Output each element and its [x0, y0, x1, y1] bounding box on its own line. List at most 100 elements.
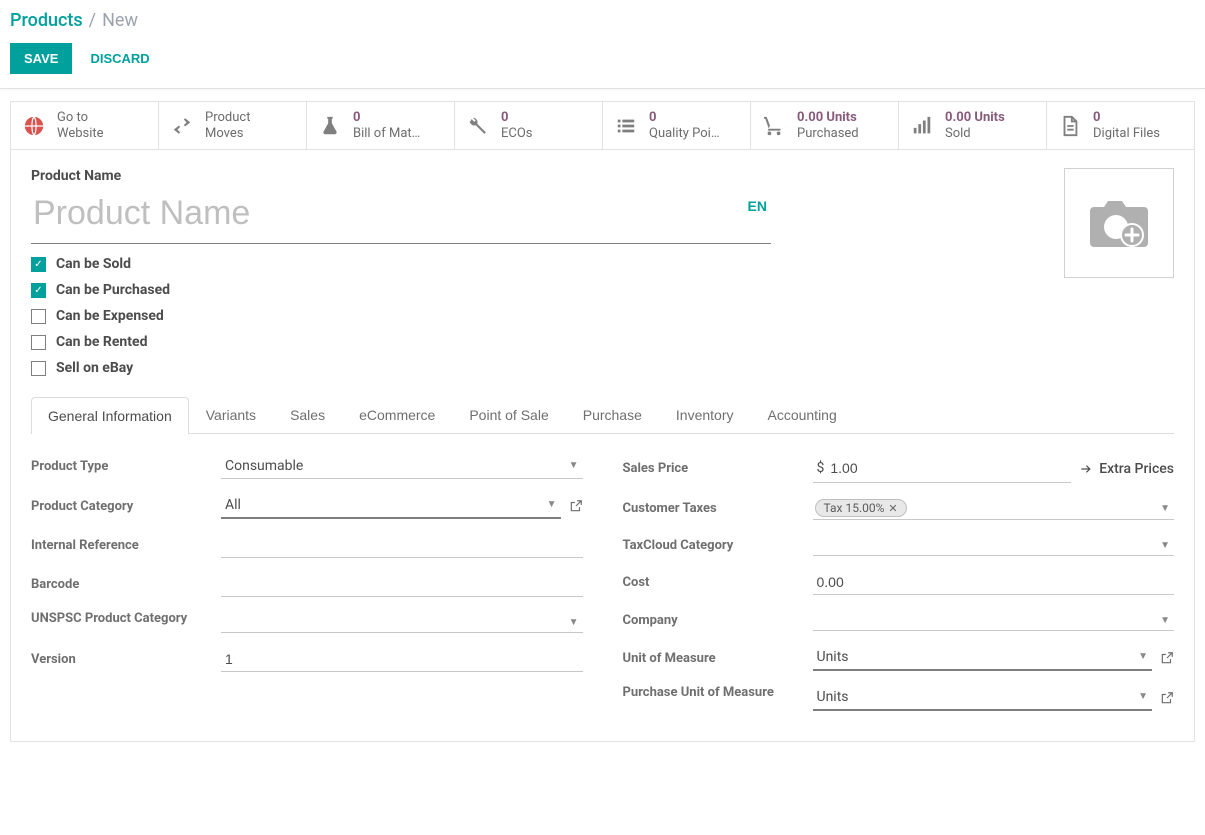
label-customer-taxes: Customer Taxes [623, 501, 803, 516]
puom-value: Units [817, 689, 849, 705]
barcode-input[interactable] [221, 572, 583, 597]
checkbox-can-be-rented[interactable] [31, 335, 46, 350]
tax-tag: Tax 15.00% ✕ [815, 499, 907, 517]
camera-plus-icon [1084, 195, 1154, 251]
product-name-label: Product Name [31, 168, 771, 184]
currency-symbol: $ [817, 460, 825, 476]
label-product-type: Product Type [31, 459, 211, 474]
cost-input[interactable] [813, 570, 1175, 595]
product-type-select[interactable]: Consumable ▼ [221, 454, 583, 479]
checkbox-can-be-sold[interactable]: ✓ [31, 257, 46, 272]
tab-general-information: Product Type Consumable ▼ Product Catego… [31, 434, 1174, 711]
caret-icon: ▼ [569, 460, 579, 471]
stat-sold[interactable]: 0.00 Units Sold [899, 102, 1047, 149]
label-company: Company [623, 613, 803, 628]
tab-accounting[interactable]: Accounting [750, 396, 853, 433]
exchange-icon [169, 115, 195, 137]
tab-general-information[interactable]: General Information [31, 397, 189, 434]
product-name-input[interactable] [31, 188, 771, 244]
checkbox-can-be-purchased[interactable]: ✓ [31, 283, 46, 298]
breadcrumb-current: New [102, 10, 138, 31]
checkbox-row-can-be-rented: Can be Rented [31, 334, 771, 350]
taxcloud-select[interactable]: ▼ [813, 534, 1175, 556]
stat-label: Quality Poi… [649, 126, 720, 142]
version-input[interactable] [221, 647, 583, 672]
checkbox-can-be-expensed[interactable] [31, 309, 46, 324]
unspsc-select[interactable]: ▼ [221, 611, 583, 633]
label-product-category: Product Category [31, 499, 211, 514]
tax-tag-label: Tax 15.00% [824, 501, 885, 515]
stat-line2: Moves [205, 126, 250, 142]
product-image-upload[interactable] [1064, 168, 1174, 278]
stat-digital-files[interactable]: 0 Digital Files [1047, 102, 1194, 149]
tab-variants[interactable]: Variants [189, 396, 273, 433]
form-actions: SAVE DISCARD [0, 37, 1205, 88]
tab-ecommerce[interactable]: eCommerce [342, 396, 452, 433]
product-type-value: Consumable [225, 458, 303, 474]
tab-purchase[interactable]: Purchase [566, 396, 659, 433]
caret-icon: ▼ [1138, 691, 1148, 702]
stat-label: Digital Files [1093, 126, 1160, 142]
remove-tag-icon[interactable]: ✕ [888, 502, 897, 515]
tab-point-of-sale[interactable]: Point of Sale [452, 396, 565, 433]
checkbox-sell-on-ebay[interactable] [31, 361, 46, 376]
stat-line1: Go to [57, 110, 104, 126]
stat-product-moves[interactable]: Product Moves [159, 102, 307, 149]
caret-icon: ▼ [547, 499, 557, 510]
external-link-icon[interactable] [1160, 691, 1174, 705]
label-puom: Purchase Unit of Measure [623, 685, 803, 702]
save-button[interactable]: SAVE [10, 43, 72, 74]
customer-taxes-select[interactable]: Tax 15.00% ✕ ▼ [813, 497, 1175, 520]
label-unspsc: UNSPSC Product Category [31, 611, 211, 628]
stat-ecos[interactable]: 0 ECOs [455, 102, 603, 149]
stat-buttons-row: Go to Website Product Moves 0 Bill of Ma… [10, 101, 1195, 150]
breadcrumb-parent[interactable]: Products [10, 10, 83, 31]
left-column: Product Type Consumable ▼ Product Catego… [31, 454, 583, 711]
right-column: Sales Price $ Extra Prices Customer Taxe… [623, 454, 1175, 711]
stat-value: 0 [501, 110, 533, 126]
stat-value: 0 [353, 110, 420, 126]
puom-select[interactable]: Units ▼ [813, 685, 1153, 711]
tab-sales[interactable]: Sales [273, 396, 342, 433]
discard-button[interactable]: DISCARD [84, 43, 155, 74]
stat-value: 0 [1093, 110, 1160, 126]
stat-purchased[interactable]: 0.00 Units Purchased [751, 102, 899, 149]
extra-prices-button[interactable]: Extra Prices [1079, 461, 1174, 477]
caret-icon: ▼ [1160, 540, 1170, 551]
label-sales-price: Sales Price [623, 461, 803, 476]
checkbox-row-can-be-purchased: ✓ Can be Purchased [31, 282, 771, 298]
caret-icon: ▼ [1138, 651, 1148, 662]
stat-label: Bill of Mat… [353, 126, 420, 142]
sales-price-input[interactable] [826, 456, 1067, 480]
stat-label: ECOs [501, 126, 533, 142]
checkbox-row-can-be-sold: ✓ Can be Sold [31, 256, 771, 272]
checkbox-label-can-be-rented[interactable]: Can be Rented [56, 334, 147, 350]
translate-button[interactable]: EN [748, 198, 767, 214]
checkbox-row-sell-on-ebay: Sell on eBay [31, 360, 771, 376]
stat-quality[interactable]: 0 Quality Poi… [603, 102, 751, 149]
wrench-icon [465, 115, 491, 137]
globe-icon [21, 115, 47, 137]
list-icon [613, 115, 639, 137]
stat-go-to-website[interactable]: Go to Website [11, 102, 159, 149]
checkbox-label-can-be-expensed[interactable]: Can be Expensed [56, 308, 164, 324]
product-category-select[interactable]: All ▼ [221, 493, 561, 519]
checkbox-label-can-be-purchased[interactable]: Can be Purchased [56, 282, 170, 298]
tab-inventory[interactable]: Inventory [659, 396, 751, 433]
external-link-icon[interactable] [1160, 651, 1174, 665]
uom-select[interactable]: Units ▼ [813, 645, 1153, 671]
stat-line2: Website [57, 126, 104, 142]
caret-icon: ▼ [1160, 503, 1170, 514]
checkbox-label-sell-on-ebay[interactable]: Sell on eBay [56, 360, 133, 376]
checkbox-label-can-be-sold[interactable]: Can be Sold [56, 256, 131, 272]
caret-icon: ▼ [569, 617, 579, 628]
external-link-icon[interactable] [569, 499, 583, 513]
label-uom: Unit of Measure [623, 651, 803, 666]
stat-value: 0 [649, 110, 720, 126]
stat-label: Purchased [797, 126, 859, 142]
divider [0, 88, 1205, 89]
stat-bom[interactable]: 0 Bill of Mat… [307, 102, 455, 149]
company-select[interactable]: ▼ [813, 609, 1175, 631]
internal-reference-input[interactable] [221, 533, 583, 558]
caret-icon: ▼ [1160, 615, 1170, 626]
